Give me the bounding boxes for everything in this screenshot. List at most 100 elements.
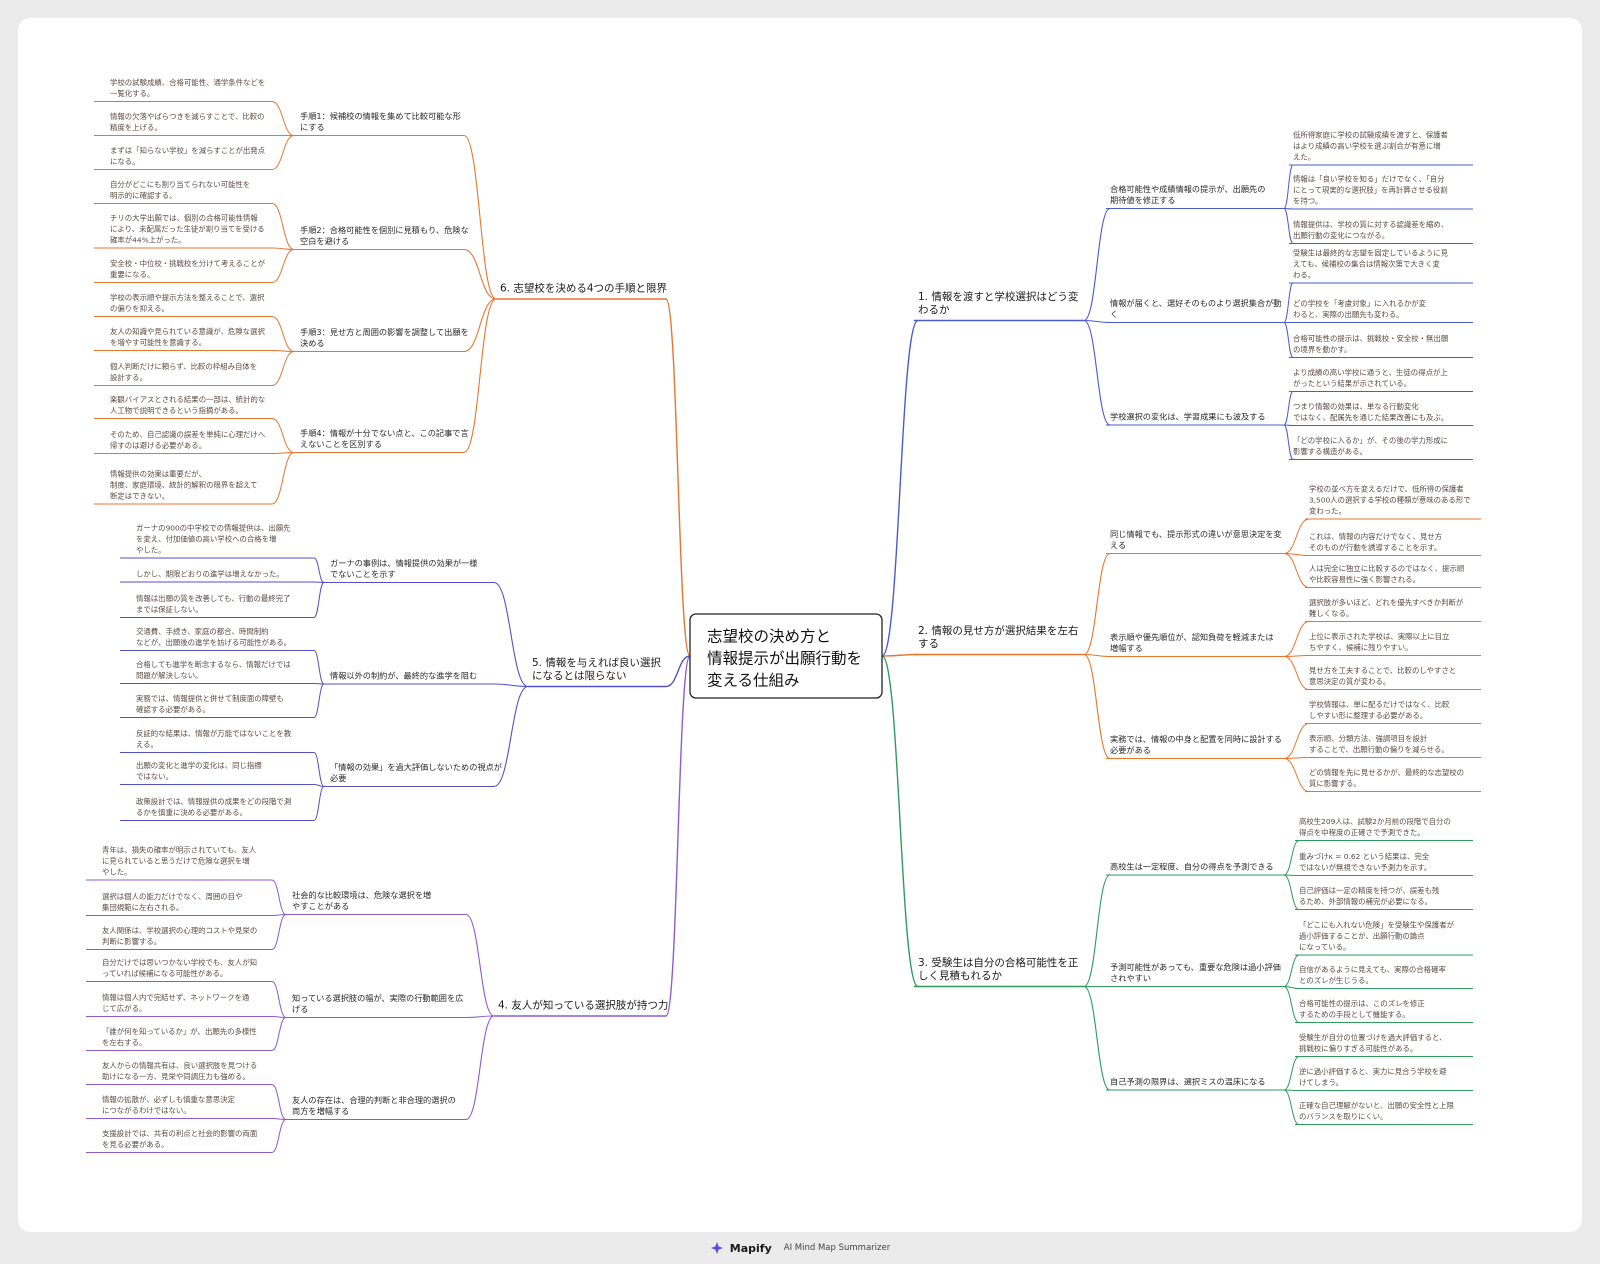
leaf-node[interactable]: 合格可能性の提示は、挑戦校・安全校・無出願の境界を動かす。 <box>1293 334 1449 354</box>
leaf-node[interactable]: 高校生209人は、試験2か月前の段階で自分の得点を中程度の正確さで予測できた。 <box>1299 817 1451 837</box>
leaf-node[interactable]: 個人判断だけに頼らず、比較の枠組み自体を設計する。 <box>110 362 257 382</box>
leaf-node[interactable]: 情報は出願の質を改善しても、行動の最終完了までは保証しない。 <box>136 594 290 614</box>
leaf-node[interactable]: 受験生が自分の位置づけを過大評価すると、挑戦校に偏りすぎる可能性がある。 <box>1299 1033 1447 1053</box>
leaf-node[interactable]: 友人関係は、学校選択の心理的コストや見栄の判断に影響する。 <box>102 926 257 946</box>
leaf-node[interactable]: まずは「知らない学校」を減らすことが出発点になる。 <box>110 146 266 166</box>
leaf-node[interactable]: 学校の表示順や提示方法を整えることで、選択の偏りを抑える。 <box>110 293 265 313</box>
leaf-node[interactable]: 自分がどこにも割り当てられない可能性を明示的に確認する。 <box>110 180 250 200</box>
leaf-text-line: える。 <box>136 740 158 749</box>
sub-node[interactable]: 実務では、情報の中身と配置を同時に設計する必要がある <box>1110 734 1282 755</box>
leaf-node[interactable]: 学校の試験成績、合格可能性、通学条件などを一覧化する。 <box>110 78 265 98</box>
sub-node[interactable]: 高校生は一定程度、自分の得点を予測できる <box>1110 862 1274 872</box>
leaf-node[interactable]: 人は完全に独立に比較するのではなく、提示順や比較容易性に強く影響される。 <box>1309 564 1465 584</box>
leaf-node[interactable]: 政策設計では、情報提供の成果をどの段階で測るかを慎重に決める必要がある。 <box>136 797 291 817</box>
sub-node[interactable]: 自己予測の限界は、選択ミスの温床になる <box>1110 1077 1266 1087</box>
leaf-node[interactable]: チリの大学出願では、個別の合格可能性情報により、未配属だった生徒が割り当てを受け… <box>110 214 265 245</box>
leaf-node[interactable]: しかし、期限どおりの進学は増えなかった。 <box>136 570 284 579</box>
leaf-node[interactable]: どの情報を先に見せるかが、最終的な志望校の質に影響する。 <box>1309 768 1464 788</box>
connector-branch-sub <box>493 683 529 688</box>
leaf-text-line: 問題が解決しない。 <box>136 671 203 680</box>
connector-sub-leaf <box>1283 1089 1300 1125</box>
sub-node[interactable]: 手順1：候補校の情報を集めて比較可能な形にする <box>300 111 461 132</box>
sub-node[interactable]: 「情報の効果」を過大評価しないための視点が必要 <box>330 762 502 783</box>
branch-node-2[interactable]: 2. 情報の見せ方が選択結果を左右する <box>918 624 1078 650</box>
mindmap-canvas[interactable]: 志望校の決め方と 情報提示が出願行動を 変える仕組み 1. 情報を渡すと学校選択はどう… <box>18 18 1582 1232</box>
connector-branch-sub <box>1083 985 1111 1091</box>
sub-node[interactable]: 予測可能性があっても、重要な危険は過小評価されやすい <box>1110 962 1281 983</box>
leaf-node[interactable]: 「どの学校に入るか」が、その後の学力形成に影響する構造がある。 <box>1293 436 1448 456</box>
leaf-node[interactable]: 出願の変化と進学の変化は、同じ指標ではない。 <box>136 761 262 781</box>
leaf-text-line: を増やす可能性を意識する。 <box>110 338 206 347</box>
leaf-text-line: わると、実際の出願先も変わる。 <box>1293 310 1404 319</box>
leaf-node[interactable]: どの学校を「考慮対象」に入れるかが変わると、実際の出願先も変わる。 <box>1293 299 1427 319</box>
leaf-text-line: 帰すのは避ける必要がある。 <box>110 441 206 450</box>
leaf-node[interactable]: 合格しても進学を断念するなら、情報だけでは問題が解決しない。 <box>136 660 291 680</box>
leaf-text-line: 学校の表示順や提示方法を整えることで、選択 <box>110 293 265 302</box>
leaf-text-line: 学校の並べ方を変えるだけで、低所得の保護者 <box>1309 485 1464 494</box>
branch-node-4[interactable]: 4. 友人が知っている選択肢が持つ力 <box>498 998 668 1011</box>
leaf-node[interactable]: 受験生は最終的な志望を固定しているように見えても、候補校の集合は情報次第で大きく… <box>1293 249 1449 280</box>
connector-sub-leaf <box>1283 758 1310 792</box>
branch-1: 1. 情報を渡すと学校選択はどう変わるか 合格可能性や成績情報の提示が、出願先の期… <box>918 131 1449 456</box>
sub-node[interactable]: 知っている選択肢の幅が、実際の行動範囲を広げる <box>292 993 463 1014</box>
branch-node-6[interactable]: 6. 志望校を決める4つの手順と限界 <box>500 281 668 294</box>
leaf-node[interactable]: 表示順、分類方法、強調項目を設計することで、出願行動の偏りを減らせる。 <box>1309 734 1449 754</box>
leaf-node[interactable]: 「どこにも入れない危険」を受験生や保護者が過小評価することが、出願行動の論点にな… <box>1299 921 1455 952</box>
branch-node-1[interactable]: 1. 情報を渡すと学校選択はどう変わるか <box>918 290 1079 316</box>
leaf-text-line: を左右する。 <box>102 1038 146 1047</box>
leaf-node[interactable]: 楽観バイアスとされる結果の一部は、統計的な人工物で説明できるという指摘がある。 <box>110 395 265 415</box>
leaf-node[interactable]: 情報の拡散が、必ずしも慎重な意思決定につながるわけではない。 <box>102 1095 235 1115</box>
leaf-node[interactable]: 逆に過小評価すると、実力に見合う学校を避けてしまう。 <box>1299 1067 1447 1087</box>
sub-node[interactable]: 手順3：見せ方と周囲の影響を調整して出願を決める <box>300 327 469 348</box>
leaf-node[interactable]: 自己評価は一定の精度を持つが、誤差も残るため、外部情報の補完が必要になる。 <box>1299 886 1440 906</box>
leaf-node[interactable]: 合格可能性の提示は、このズレを修正するための手段として機能する。 <box>1299 999 1425 1019</box>
leaf-node[interactable]: 選択肢が多いほど、どれを優先すべきか判断が難しくなる。 <box>1309 598 1464 618</box>
leaf-node[interactable]: 自分だけでは思いつかない学校でも、友人が知っていれば候補になる可能性がある。 <box>102 958 257 978</box>
sub-node[interactable]: 手順2：合格可能性を個別に見積もり、危険な空白を避ける <box>300 225 469 246</box>
leaf-node[interactable]: 学校の並べ方を変えるだけで、低所得の保護者 3,500人の選択する学校の種類が意味… <box>1309 485 1471 516</box>
leaf-node[interactable]: 見せ方を工夫することで、比較のしやすさと意思決定の質が変わる。 <box>1309 666 1456 686</box>
sub-node[interactable]: 情報以外の制約が、最終的な進学を阻む <box>330 671 477 681</box>
leaf-node[interactable]: 実務では、情報提供と併せて制度面の障壁も確認する必要がある。 <box>136 694 284 714</box>
leaf-node[interactable]: 上位に表示された学校は、実際以上に目立ちやすく、候補に残りやすい。 <box>1309 632 1449 652</box>
leaf-node[interactable]: 重みづけκ = 0.62 という結果は、完全ではないが無視できない予測力を示す。 <box>1299 852 1431 872</box>
sub-node[interactable]: ガーナの事例は、情報提供の効果が一様でないことを示す <box>330 558 477 579</box>
leaf-node[interactable]: 選択は個人の能力だけでなく、周囲の目や集団規範に左右される。 <box>102 892 242 912</box>
sub-node[interactable]: 同じ情報でも、提示形式の違いが意思決定を変える <box>1110 529 1282 550</box>
leaf-node[interactable]: 情報提供は、学校の質に対する認識差を縮め、出願行動の変化につながる。 <box>1293 220 1448 240</box>
leaf-node[interactable]: 交通費、手続き、家庭の都合、時間制約などが、出願後の進学を妨げる可能性がある。 <box>136 627 291 647</box>
leaf-node[interactable]: 情報は「良い学校を知る」だけでなく、「自分にとって現実的な選択肢」を再計算させる… <box>1293 175 1448 206</box>
leaf-node[interactable]: つまり情報の効果は、単なる行動変化ではなく、配属先を通じた結果改善にも及ぶ。 <box>1293 402 1448 422</box>
leaf-node[interactable]: 安全校・中位校・挑戦校を分けて考えることが重要になる。 <box>110 259 266 279</box>
leaf-node[interactable]: 情報の欠落やばらつきを減らすことで、比較の精度を上げる。 <box>110 112 265 132</box>
root-node[interactable]: 志望校の決め方と情報提示が出願行動を変える仕組み <box>689 613 883 699</box>
leaf-node[interactable]: 学校情報は、単に配るだけではなく、比較しやすい形に整理する必要がある。 <box>1309 700 1450 720</box>
leaf-node[interactable]: 友人の知識や見られている意識が、危険な選択を増やす可能性を意識する。 <box>110 327 265 347</box>
leaf-node[interactable]: より成績の高い学校に通うと、生徒の得点が上がったという結果が示されている。 <box>1293 368 1448 388</box>
leaf-node[interactable]: ガーナの900の中学校での情報提供は、出願先を変え、付加価値の高い学校への合格を… <box>136 524 291 555</box>
leaf-node[interactable]: 支援設計では、共有の利点と社会的影響の両面を見る必要がある。 <box>102 1129 257 1149</box>
sub-node[interactable]: 合格可能性や成績情報の提示が、出願先の期待値を修正する <box>1110 184 1265 205</box>
leaf-node[interactable]: そのため、自己認識の誤差を単純に心理だけへ帰すのは避ける必要がある。 <box>110 430 266 450</box>
connector-sub-leaf <box>1283 1056 1300 1091</box>
leaf-text-line: 政策設計では、情報提供の成果をどの段階で測 <box>136 797 291 806</box>
leaf-node[interactable]: 「誰が何を知っているか」が、出願先の多様性を左右する。 <box>102 1027 257 1047</box>
branch-node-3[interactable]: 3. 受験生は自分の合格可能性を正しく見積もれるか <box>918 956 1078 982</box>
leaf-node[interactable]: 情報は個人内で完結せず、ネットワークを通じて広がる。 <box>102 993 250 1013</box>
leaf-node[interactable]: 情報提供の効果は重要だが、制度、家庭環境、統計的解釈の限界を超えて断定はできない… <box>110 470 257 501</box>
leaf-node[interactable]: 反証的な結果は、情報が万能ではないことを教える。 <box>136 729 292 749</box>
leaf-node[interactable]: これは、情報の内容だけでなく、見せ方そのものが行動を誘導することを示す。 <box>1309 532 1442 552</box>
sub-node[interactable]: 手順4：情報が十分でない点と、この記事で言えないことを区別する <box>300 428 469 449</box>
branch-node-5[interactable]: 5. 情報を与えれば良い選択になるとは限らない <box>532 656 661 682</box>
sub-node[interactable]: 学校選択の変化は、学習成果にも波及する <box>1110 412 1266 422</box>
leaf-node[interactable]: 青年は、損失の確率が明示されていても、友人に見られていると思うだけで危険な選択を… <box>102 846 257 877</box>
leaf-node[interactable]: 正確な自己理解がないと、出願の安全性と上限のバランスを取りにくい。 <box>1299 1101 1455 1121</box>
sub-node[interactable]: 友人の存在は、合理的判断と非合理的選択の両方を増幅する <box>292 1095 456 1116</box>
leaf-node[interactable]: 友人からの情報共有は、良い選択肢を見つける助けになる一方、見栄や同調圧力も強める… <box>102 1061 257 1081</box>
sub-node[interactable]: 社会的な比較環境は、危険な選択を増やすことがある <box>292 890 431 911</box>
leaf-node[interactable]: 自信があるように見えても、実際の合格確率とのズレが生じうる。 <box>1299 965 1446 985</box>
leaf-node[interactable]: 低所得家庭に学校の試験成績を渡すと、保護者はより成績の高い学校を選ぶ割合が有意に… <box>1293 131 1448 162</box>
sub-node[interactable]: 情報が届くと、選好そのものより選択集合が動く <box>1110 298 1281 319</box>
sub-node[interactable]: 表示順や優先順位が、認知負荷を軽減または増幅する <box>1110 632 1274 653</box>
branch-title-line: 1. 情報を渡すと学校選択はどう変 <box>918 290 1079 303</box>
